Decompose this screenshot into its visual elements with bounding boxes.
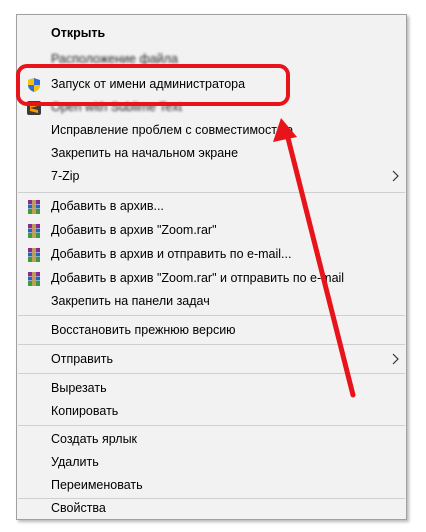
menu-item-run-as-admin[interactable]: Запуск от имени администратора xyxy=(17,74,406,96)
winrar-archive-icon xyxy=(28,248,40,262)
menu-item-troubleshoot-compat-label: Исправление проблем с совместимостью xyxy=(51,123,293,137)
menu-item-troubleshoot-compat[interactable]: Исправление проблем с совместимостью xyxy=(17,120,406,142)
menu-item-copy[interactable]: Копировать xyxy=(17,401,406,423)
menu-item-run-as-admin-label: Запуск от имени администратора xyxy=(51,77,246,91)
menu-item-delete[interactable]: Удалить xyxy=(17,452,406,474)
menu-item-add-to-archive[interactable]: Добавить в архив... xyxy=(17,196,406,218)
chevron-right-icon xyxy=(392,353,399,365)
winrar-archive-icon xyxy=(28,224,40,238)
menu-item-add-zoom-rar-and-email[interactable]: Добавить в архив "Zoom.rar" и отправить … xyxy=(17,268,406,290)
winrar-archive-icon xyxy=(28,200,40,214)
menu-item-file-location[interactable]: Расположение файла xyxy=(17,49,406,71)
menu-separator xyxy=(18,425,405,426)
chevron-right-icon xyxy=(392,170,399,182)
menu-item-rename[interactable]: Переименовать xyxy=(17,475,406,497)
menu-separator xyxy=(18,192,405,193)
menu-item-7zip[interactable]: 7-Zip xyxy=(17,166,406,188)
menu-item-cut[interactable]: Вырезать xyxy=(17,378,406,400)
menu-item-file-location-label: Расположение файла xyxy=(51,52,178,66)
menu-item-delete-label: Удалить xyxy=(51,455,99,469)
menu-item-pin-to-taskbar[interactable]: Закрепить на панели задач xyxy=(17,291,406,313)
menu-separator xyxy=(18,315,405,316)
menu-separator xyxy=(18,344,405,345)
sublime-text-icon xyxy=(27,101,41,115)
winrar-archive-icon xyxy=(28,272,40,286)
menu-item-open-with-sublime[interactable]: Open with Sublime Text xyxy=(17,97,406,119)
menu-item-properties-label: Свойства xyxy=(51,501,106,515)
menu-item-open-label: Открыть xyxy=(51,26,106,40)
menu-item-pin-to-start-label: Закрепить на начальном экране xyxy=(51,146,239,160)
menu-item-add-to-zoom-rar-label: Добавить в архив "Zoom.rar" xyxy=(51,223,217,237)
menu-item-restore-previous-label: Восстановить прежнюю версию xyxy=(51,323,236,337)
menu-item-open[interactable]: Открыть xyxy=(17,23,406,45)
menu-separator xyxy=(18,373,405,374)
menu-item-rename-label: Переименовать xyxy=(51,478,143,492)
menu-item-add-to-zoom-rar[interactable]: Добавить в архив "Zoom.rar" xyxy=(17,220,406,242)
menu-item-add-and-email-label: Добавить в архив и отправить по e-mail..… xyxy=(51,247,292,261)
menu-item-properties[interactable]: Свойства xyxy=(17,498,406,520)
menu-item-send-to[interactable]: Отправить xyxy=(17,349,406,371)
menu-item-create-shortcut[interactable]: Создать ярлык xyxy=(17,429,406,451)
menu-item-add-and-email[interactable]: Добавить в архив и отправить по e-mail..… xyxy=(17,244,406,266)
menu-item-copy-label: Копировать xyxy=(51,404,119,418)
menu-item-add-to-archive-label: Добавить в архив... xyxy=(51,199,164,213)
uac-shield-icon xyxy=(28,78,40,92)
menu-item-add-zoom-rar-and-email-label: Добавить в архив "Zoom.rar" и отправить … xyxy=(51,271,345,285)
menu-item-open-with-sublime-label: Open with Sublime Text xyxy=(51,100,183,114)
menu-item-restore-previous[interactable]: Восстановить прежнюю версию xyxy=(17,320,406,342)
menu-item-pin-to-taskbar-label: Закрепить на панели задач xyxy=(51,294,210,308)
menu-item-cut-label: Вырезать xyxy=(51,381,107,395)
menu-item-7zip-label: 7-Zip xyxy=(51,169,80,183)
menu-item-send-to-label: Отправить xyxy=(51,352,113,366)
context-menu: Открыть Расположение файла Запуск от име… xyxy=(16,14,407,520)
menu-item-pin-to-start[interactable]: Закрепить на начальном экране xyxy=(17,143,406,165)
menu-item-create-shortcut-label: Создать ярлык xyxy=(51,432,138,446)
